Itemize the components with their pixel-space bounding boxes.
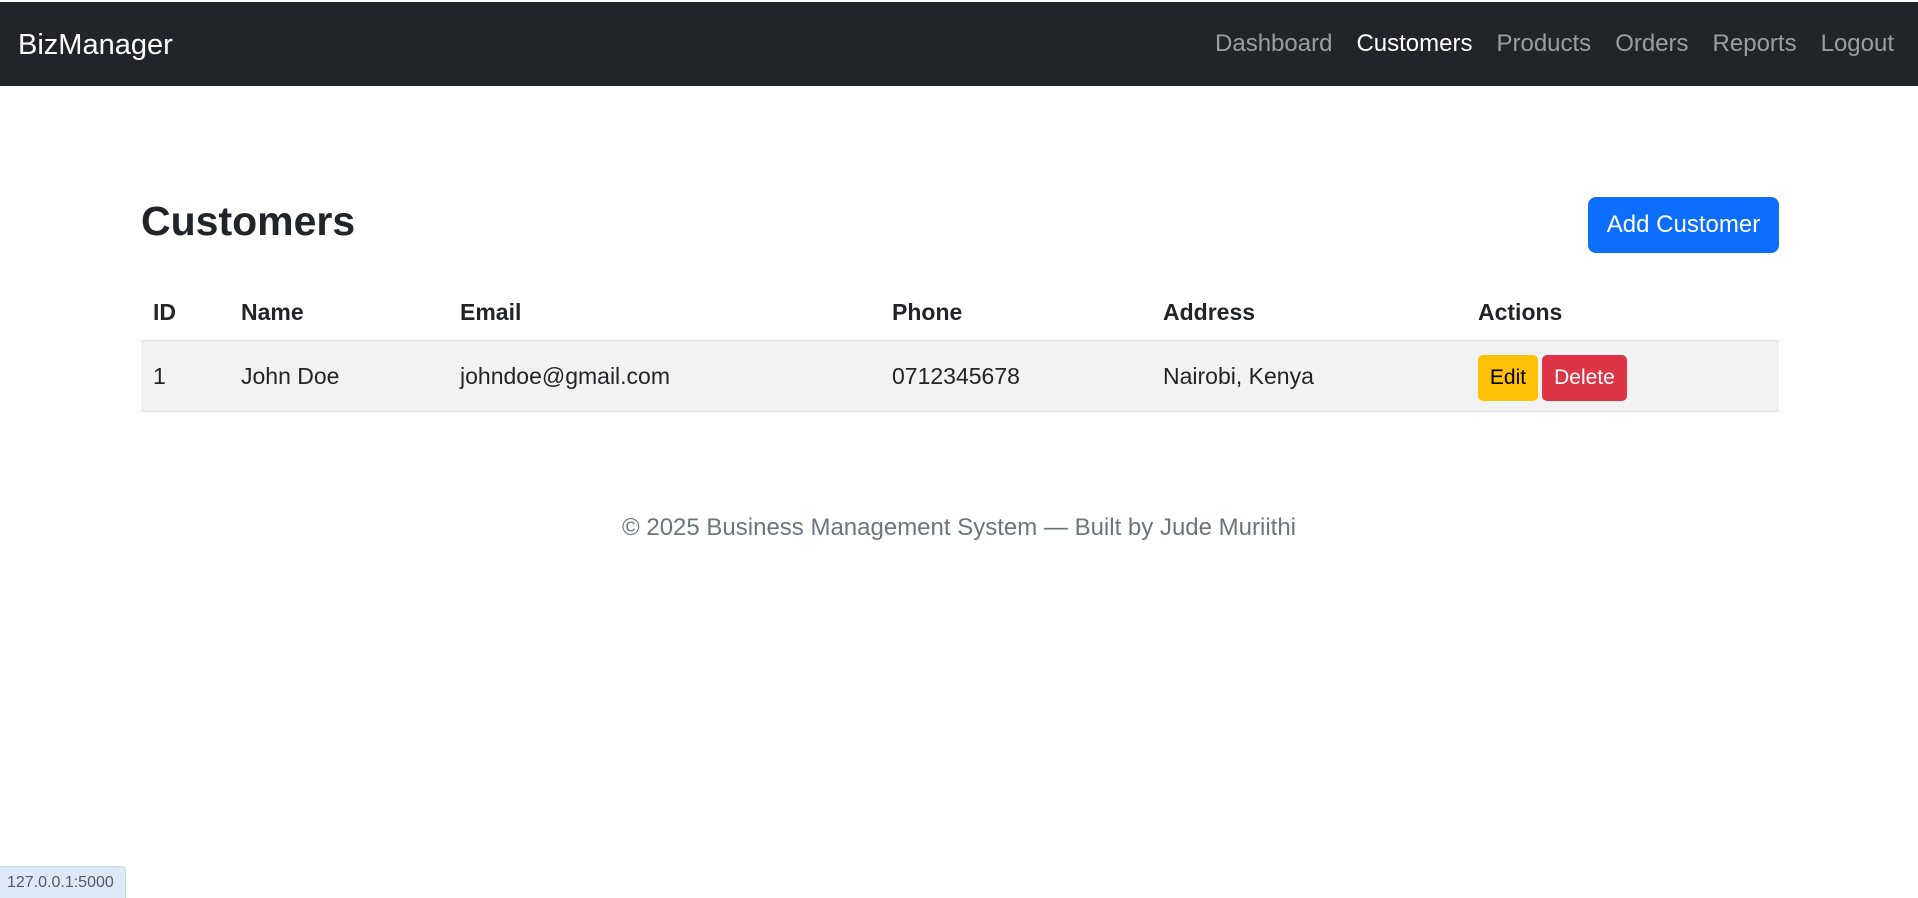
nav-link-reports[interactable]: Reports (1713, 1, 1797, 87)
cell-phone: 0712345678 (880, 340, 1151, 412)
table-body: 1 John Doe johndoe@gmail.com 0712345678 … (141, 340, 1779, 412)
cell-actions: Edit Delete (1466, 340, 1779, 412)
column-header-email: Email (448, 284, 880, 341)
column-header-address: Address (1151, 284, 1466, 341)
page-title: Customers (141, 198, 356, 244)
cell-id: 1 (141, 340, 229, 412)
nav-link-orders[interactable]: Orders (1615, 1, 1688, 87)
table-header: ID Name Email Phone Address Actions (141, 284, 1779, 341)
table-header-row: ID Name Email Phone Address Actions (141, 284, 1779, 341)
page-footer: © 2025 Business Management System — Buil… (622, 514, 1296, 541)
status-bar-url: 127.0.0.1:5000 (0, 866, 126, 898)
nav-link-logout[interactable]: Logout (1821, 1, 1894, 87)
nav-link-dashboard[interactable]: Dashboard (1215, 1, 1332, 87)
customers-table: ID Name Email Phone Address Actions 1 Jo… (141, 284, 1779, 412)
edit-button[interactable]: Edit (1478, 355, 1538, 401)
add-customer-button[interactable]: Add Customer (1588, 197, 1779, 253)
nav-link-customers[interactable]: Customers (1356, 1, 1472, 87)
column-header-name: Name (229, 284, 448, 341)
delete-button[interactable]: Delete (1542, 355, 1627, 401)
cell-address: Nairobi, Kenya (1151, 340, 1466, 412)
brand-link[interactable]: BizManager (18, 2, 173, 86)
nav-links: Dashboard Customers Products Orders Repo… (1191, 2, 1894, 86)
table-row: 1 John Doe johndoe@gmail.com 0712345678 … (141, 340, 1779, 412)
cell-email: johndoe@gmail.com (448, 340, 880, 412)
cell-name: John Doe (229, 340, 448, 412)
column-header-phone: Phone (880, 284, 1151, 341)
customers-table-container: ID Name Email Phone Address Actions 1 Jo… (141, 284, 1779, 412)
top-navbar: BizManager Dashboard Customers Products … (0, 2, 1918, 86)
column-header-id: ID (141, 284, 229, 341)
nav-link-products[interactable]: Products (1496, 1, 1591, 87)
column-header-actions: Actions (1466, 284, 1779, 341)
